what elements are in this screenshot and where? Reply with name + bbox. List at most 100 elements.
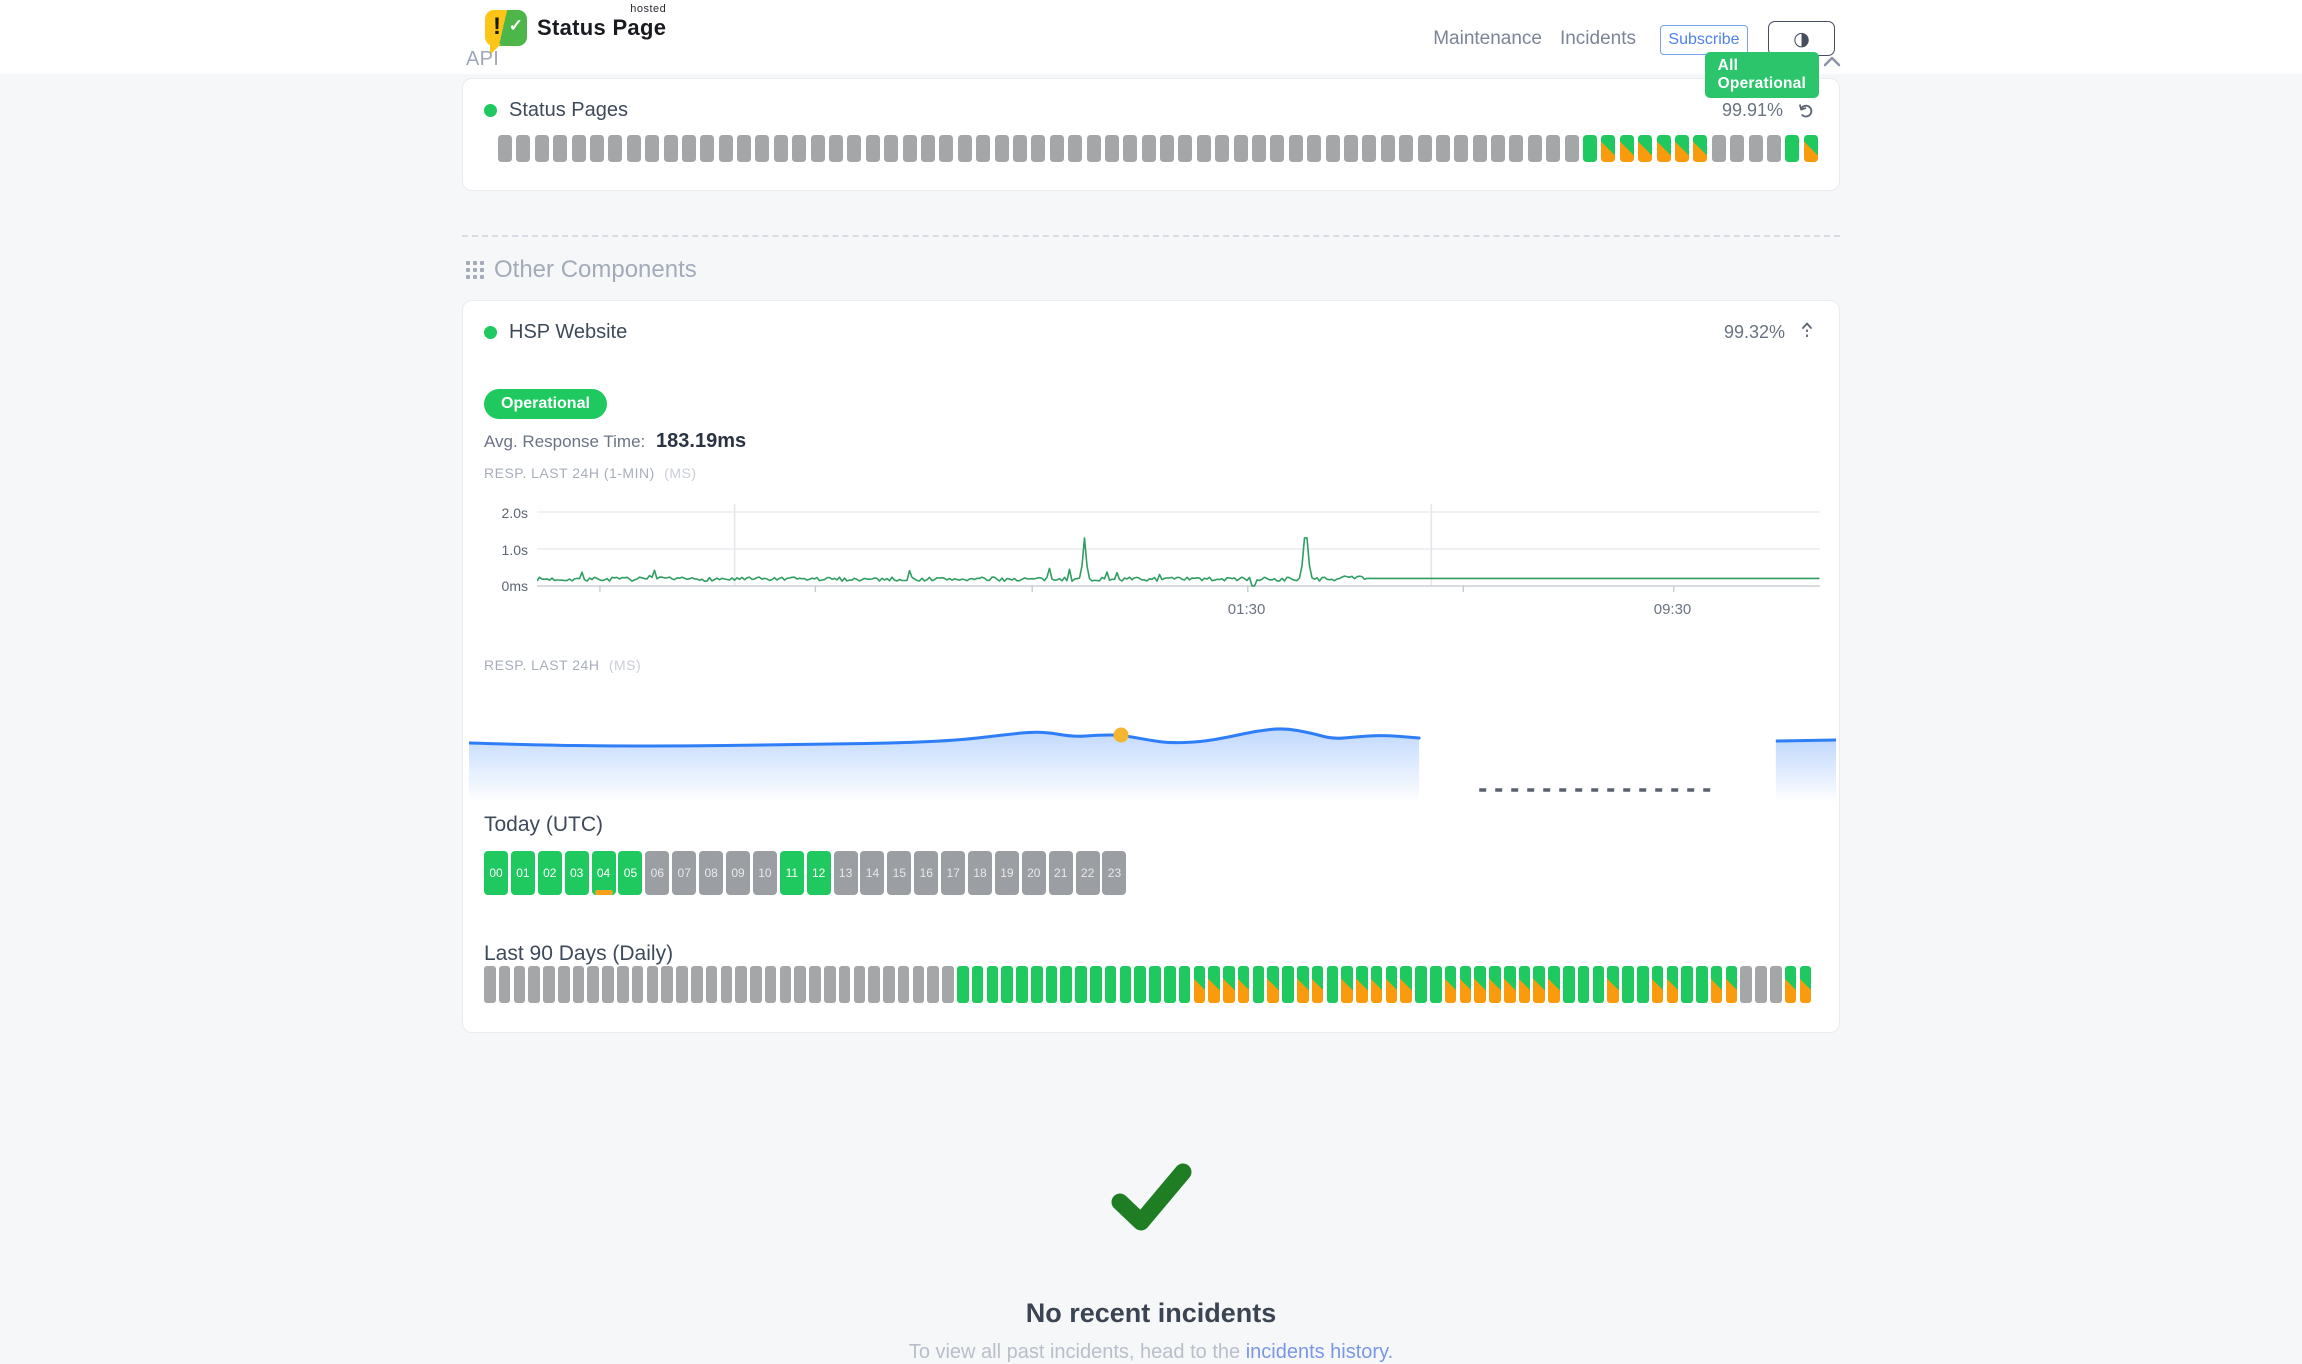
uptime-bar-degraded xyxy=(1400,966,1412,1003)
uptime-bar-nodata xyxy=(1105,135,1119,162)
uptime-bar-degraded xyxy=(1652,966,1664,1003)
section-title-api: API xyxy=(466,48,499,71)
uptime-bar-degraded xyxy=(1800,966,1812,1003)
avg-response-value: 183.19ms xyxy=(656,430,746,452)
uptime-bar-nodata xyxy=(721,966,733,1003)
chevron-up-icon[interactable] xyxy=(1822,55,1842,69)
uptime-bar-nodata xyxy=(1436,135,1450,162)
uptime-bar-nodata xyxy=(573,966,585,1003)
uptime-bar-nodata xyxy=(1509,135,1523,162)
uptime-bar-nodata xyxy=(809,966,821,1003)
uptime-bar-operational xyxy=(1681,966,1693,1003)
brand-superscript: hosted xyxy=(630,3,666,15)
uptime-bar-nodata xyxy=(1473,135,1487,162)
nav-link-maintenance[interactable]: Maintenance xyxy=(1433,28,1542,50)
uptime-bar-operational xyxy=(1696,966,1708,1003)
uptime-bar-degraded xyxy=(1297,966,1309,1003)
uptime-bar-degraded xyxy=(1601,135,1615,162)
chart1-label: RESP. LAST 24H (1-MIN) xyxy=(484,465,655,481)
exclamation-icon: ! xyxy=(493,13,501,41)
hour-block-22: 22 xyxy=(1076,851,1100,895)
hour-block-17: 17 xyxy=(941,851,965,895)
uptime-bar-nodata xyxy=(499,966,511,1003)
dashed-separator xyxy=(462,235,1840,237)
uptime-bar-operational xyxy=(957,966,969,1003)
check-icon: ✓ xyxy=(509,16,523,36)
uptime-bar-nodata xyxy=(1528,135,1542,162)
uptime-bar-nodata xyxy=(1546,135,1560,162)
brand-logo[interactable]: ! ✓ hosted Status Page xyxy=(485,10,666,46)
uptime-bar-nodata xyxy=(516,135,530,162)
uptime-bar-nodata xyxy=(765,966,777,1003)
today-title: Today (UTC) xyxy=(484,813,603,837)
section-title-other-components: Other Components xyxy=(494,256,697,284)
uptime-bar-operational xyxy=(1046,966,1058,1003)
uptime-bar-nodata xyxy=(774,135,788,162)
uptime-bar-degraded xyxy=(1267,966,1279,1003)
uptime-bar-nodata xyxy=(1142,135,1156,162)
uptime-bar-nodata xyxy=(927,966,939,1003)
uptime-bar-nodata xyxy=(958,135,972,162)
uptime-bar-operational xyxy=(1075,966,1087,1003)
uptime-bar-degraded xyxy=(1804,135,1818,162)
avg-response-label: Avg. Response Time: xyxy=(484,432,645,451)
status-dot-green xyxy=(484,326,497,339)
uptime-bar-operational xyxy=(987,966,999,1003)
uptime-bar-nodata xyxy=(1344,135,1358,162)
incidents-history-link[interactable]: incidents history. xyxy=(1246,1341,1393,1363)
hour-block-21: 21 xyxy=(1049,851,1073,895)
refresh-icon[interactable] xyxy=(1797,102,1815,120)
api-card: Status Pages 99.91% xyxy=(462,78,1840,191)
uptime-bar-operational xyxy=(1622,966,1634,1003)
chart2-unit: (MS) xyxy=(609,657,641,673)
theme-toggle-button[interactable]: ◑ xyxy=(1768,21,1835,56)
uptime-bar-nodata xyxy=(572,135,586,162)
y-axis-label: 2.0s xyxy=(488,505,528,521)
uptime-bar-nodata xyxy=(1270,135,1284,162)
big-check-icon xyxy=(1106,1160,1196,1236)
uptime-bar-degraded xyxy=(1489,966,1501,1003)
uptime-bar-nodata xyxy=(1013,135,1027,162)
today-hour-strip: 0001020304050607080910111213141516171819… xyxy=(484,851,1126,895)
uptime-bar-operational xyxy=(1031,966,1043,1003)
uptime-bar-degraded xyxy=(1657,135,1671,162)
uptime-bar-nodata xyxy=(883,966,895,1003)
uptime-bar-nodata xyxy=(811,135,825,162)
chart1-unit: (MS) xyxy=(664,465,696,481)
uptime-bar-degraded xyxy=(1533,966,1545,1003)
uptime-bar-nodata xyxy=(1234,135,1248,162)
hour-block-16: 16 xyxy=(914,851,938,895)
y-axis-label: 0ms xyxy=(488,578,528,594)
uptime-bar-nodata xyxy=(719,135,733,162)
uptime-bar-nodata xyxy=(1749,135,1763,162)
uptime-bar-degraded xyxy=(1675,135,1689,162)
uptime-bar-nodata xyxy=(1160,135,1174,162)
contrast-icon: ◑ xyxy=(1793,28,1810,50)
uptime-bar-nodata xyxy=(1712,135,1726,162)
hour-block-15: 15 xyxy=(887,851,911,895)
uptime-bar-degraded xyxy=(1785,966,1797,1003)
last90-bar-strip xyxy=(484,966,1811,1003)
overall-status-badge[interactable]: All Operational xyxy=(1705,52,1819,98)
subscribe-button[interactable]: Subscribe xyxy=(1660,25,1748,55)
uptime-bar-nodata xyxy=(976,135,990,162)
uptime-bar-nodata xyxy=(647,966,659,1003)
uptime-bar-nodata xyxy=(587,966,599,1003)
uptime-bar-nodata xyxy=(1767,135,1781,162)
uptime-bar-nodata xyxy=(553,135,567,162)
uptime-bar-nodata xyxy=(903,135,917,162)
uptime-bar-nodata xyxy=(1178,135,1192,162)
uptime-bar-operational xyxy=(1090,966,1102,1003)
uptime-bar-degraded xyxy=(1548,966,1560,1003)
uptime-bar-degraded xyxy=(1504,966,1516,1003)
uptime-bar-nodata xyxy=(921,135,935,162)
uptime-bar-degraded xyxy=(1474,966,1486,1003)
hour-block-03: 03 xyxy=(565,851,589,895)
nav-link-incidents[interactable]: Incidents xyxy=(1560,28,1636,50)
uptime-bar-nodata xyxy=(794,966,806,1003)
uptime-bar-degraded xyxy=(1312,966,1324,1003)
uptime-bar-nodata xyxy=(617,966,629,1003)
component-name: HSP Website xyxy=(509,321,627,344)
component-row: HSP Website 99.32% xyxy=(484,321,1815,344)
incidents-footer: No recent incidents To view all past inc… xyxy=(0,1160,2302,1364)
